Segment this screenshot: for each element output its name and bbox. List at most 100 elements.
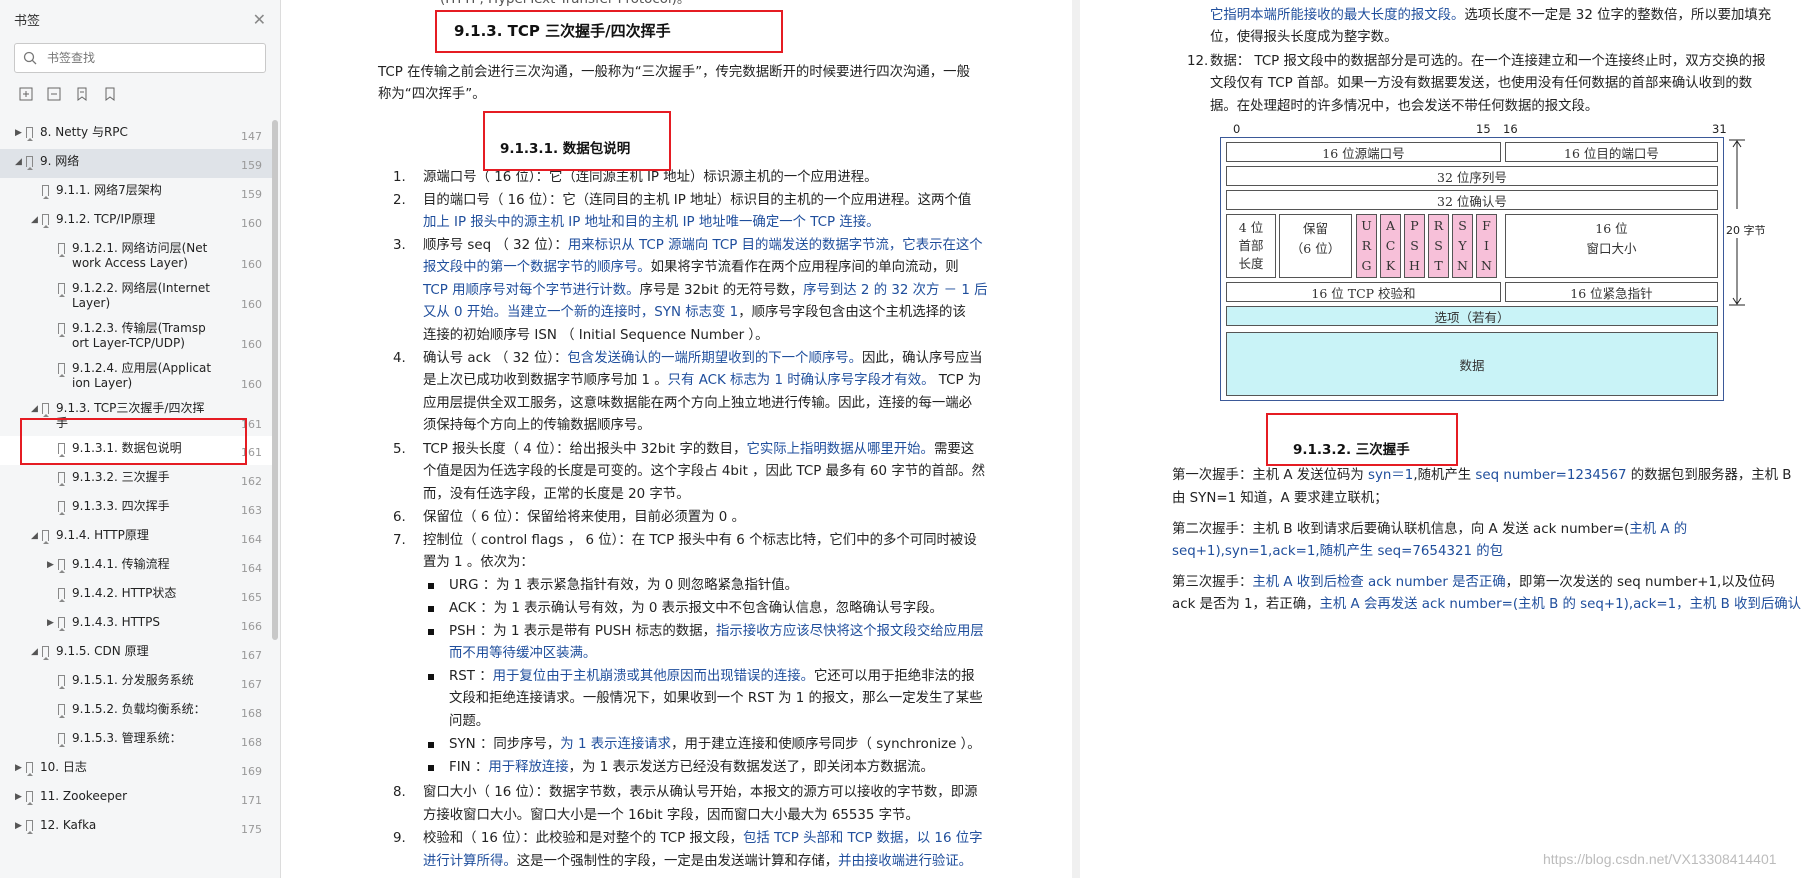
bookmark-icon [58,733,65,747]
bookmark-icon [42,403,49,417]
bookmark-label: 9.1.4.1. 传输流程 [72,557,170,571]
bookmark-item[interactable]: ▶ 11. Zookeeper 171 [0,784,272,813]
expand-arrow-icon[interactable]: ▶ [15,821,22,831]
bookmark-page-number: 167 [241,649,262,662]
bookmark-icon [58,363,65,377]
bookmark-icon [58,704,65,718]
list-number: 7. [393,533,406,548]
bullet-item: URG ：为 1 表示紧急指针有效，为 0 则忽略紧急指针值。 [449,578,799,593]
bookmark-icon [26,156,33,170]
bookmark-item[interactable]: 9.1.2.1. 网络访问层(Net work Access Layer) 160 [0,236,272,276]
expand-arrow-icon[interactable]: ▶ [15,763,22,773]
source-port-cell: 16 位源端口号 [1226,142,1501,162]
bookmark-label: 12. Kafka [40,818,97,832]
bookmark-item[interactable]: 9.1.3.3. 四次挥手 163 [0,494,272,523]
bookmark-item[interactable]: ▶ 8. Netty 与RPC 147 [0,120,272,149]
expand-arrow-icon[interactable]: ▶ [47,560,54,570]
bullet-item: RST ：用于复位由于主机崩溃或其他原因而出现错误的连接。它还可以用于拒绝非法的… [449,669,975,684]
bookmark-page-number: 166 [241,620,262,633]
options-cell: 选项（若有） [1226,306,1718,326]
bookmark-item[interactable]: 9.1.4.2. HTTP状态 165 [0,581,272,610]
collapse-arrow-icon[interactable]: ◢ [31,647,38,657]
bookmark-search-box[interactable] [14,43,266,73]
bookmark-label: 9. 网络 [40,154,80,168]
bookmark-icon[interactable] [102,86,118,102]
bookmark-item[interactable]: 9.1.5.1. 分发服务系统 167 [0,668,272,697]
collapse-arrow-icon[interactable]: ◢ [31,404,38,414]
paragraph-line: 由 SYN=1 知道，A 要求建立联机； [1172,491,1388,506]
bookmark-item[interactable]: 9.1.5.2. 负载均衡系统： 168 [0,697,272,726]
window-size-cell: 16 位 窗口大小 [1505,214,1718,278]
bullet [428,742,434,748]
bullet-item: SYN ：同步序号，为 1 表示连接请求，用于建立连接和使顺序号同步（ sync… [449,737,981,752]
expand-arrow-icon[interactable]: ▶ [15,792,22,802]
bit-label: 16 [1503,122,1518,136]
bookmark-item[interactable]: ▶ 10. 日志 169 [0,755,272,784]
bookmark-item[interactable]: ◢ 9.1.4. HTTP原理 164 [0,523,272,552]
bookmark-page-number: 163 [241,504,262,517]
highlight-box [435,10,783,53]
bookmark-item[interactable]: ▶ 9.1.4.3. HTTPS 166 [0,610,272,639]
bullet-item: ACK ：为 1 表示确认号有效，为 0 表示报文中不包含确认信息，忽略确认号字… [449,601,943,616]
bookmark-icon [58,243,65,257]
bookmark-label: 9.1.2.2. 网络层(Internet Layer) [72,281,210,310]
list-item: 窗口大小（ 16 位）：数据字节数，表示从确认号开始，本报文的源方可以接收的字节… [423,785,978,800]
list-item: 数据： TCP 报文段中的数据部分是可选的。在一个连接建立和一个连接终止时，双方… [1210,54,1766,69]
bullet [428,629,434,635]
bookmark-item[interactable]: ▶ 12. Kafka 175 [0,813,272,842]
bookmark-list: ▶ 8. Netty 与RPC 147 ◢ 9. 网络 159 9.1.1. 网… [0,120,272,842]
checksum-cell: 16 位 TCP 校验和 [1226,282,1501,302]
bullet [428,765,434,771]
highlight-box [1266,413,1458,466]
collapse-arrow-icon[interactable]: ◢ [31,215,38,225]
sidebar-header: 书签 ✕ [0,0,280,38]
bookmark-icon [58,588,65,602]
bookmark-search-input[interactable] [45,50,249,66]
bookmark-icon [26,791,33,805]
bookmark-item[interactable]: 9.1.3.2. 三次握手 162 [0,465,272,494]
bookmark-item[interactable]: ◢ 9.1.5. CDN 原理 167 [0,639,272,668]
collapse-arrow-icon[interactable]: ◢ [31,531,38,541]
bookmark-item[interactable]: 9.1.2.2. 网络层(Internet Layer) 160 [0,276,272,316]
highlight-box [20,418,247,465]
collapse-arrow-icon[interactable]: ◢ [15,157,22,167]
bookmark-item[interactable]: 9.1.2.4. 应用层(Applicat ion Layer) 160 [0,356,272,396]
sidebar-scrollbar[interactable] [272,120,278,640]
paragraph-line: 位，使得报头长度成为整字数。 [1210,30,1398,45]
bookmark-page-number: 169 [241,765,262,778]
tcp-header-frame: 16 位源端口号 16 位目的端口号 32 位序列号 32 位确认号 4 位 首… [1220,137,1724,401]
bookmark-item[interactable]: 9.1.1. 网络7层架构 159 [0,178,272,207]
bullet-item: PSH ：为 1 表示是带有 PUSH 标志的数据，指示接收方应该尽快将这个报文… [449,624,984,639]
bookmark-page-number: 167 [241,678,262,691]
bookmark-item[interactable]: 9.1.5.3. 管理系统： 168 [0,726,272,755]
paragraph-line: 第二次握手：主机 B 收到请求后要确认联机信息，向 A 发送 ack numbe… [1172,522,1688,537]
paragraph-line: 第三次握手：主机 A 收到后检查 ack number 是否正确，即第一次发送的… [1172,575,1775,590]
reserved-cell: 保留 （6 位） [1279,214,1352,278]
bullet-item: 问题。 [449,714,490,729]
close-icon[interactable]: ✕ [253,10,266,29]
bookmark-label: 9.1.4. HTTP原理 [56,528,149,542]
expand-all-icon[interactable] [18,86,34,102]
list-number: 9. [393,831,406,846]
bookmark-label: 11. Zookeeper [40,789,128,803]
bookmark-label: 9.1.4.2. HTTP状态 [72,586,177,600]
bookmark-item[interactable]: ▶ 9.1.4.1. 传输流程 164 [0,552,272,581]
bookmark-item[interactable]: 9.1.2.3. 传输层(Tramsp ort Layer-TCP/UDP) 16… [0,316,272,356]
collapse-all-icon[interactable] [46,86,62,102]
bookmark-label: 9.1.1. 网络7层架构 [56,183,162,197]
expand-arrow-icon[interactable]: ▶ [47,618,54,628]
list-number: 8. [393,785,406,800]
bookmark-item[interactable]: ◢ 9.1.2. TCP/IP原理 160 [0,207,272,236]
list-item: 保留位（ 6 位）：保留给将来使用，目前必须置为 0 。 [423,510,745,525]
bookmark-item[interactable]: ◢ 9. 网络 159 [0,149,272,178]
bookmark-icon [42,646,49,660]
add-bookmark-icon[interactable] [74,86,90,102]
list-number: 3. [393,238,406,253]
bookmark-label: 9.1.2. TCP/IP原理 [56,212,156,226]
bullet-item: 文段和拒绝连接请求。一般情况下，如果收到一个 RST 为 1 的报文，那么一定发… [449,691,983,706]
list-number: 1. [393,170,406,185]
bit-label: 0 [1233,122,1241,136]
expand-arrow-icon[interactable]: ▶ [15,128,22,138]
bookmark-page-number: 160 [241,258,262,271]
list-number: 12. [1187,54,1209,69]
